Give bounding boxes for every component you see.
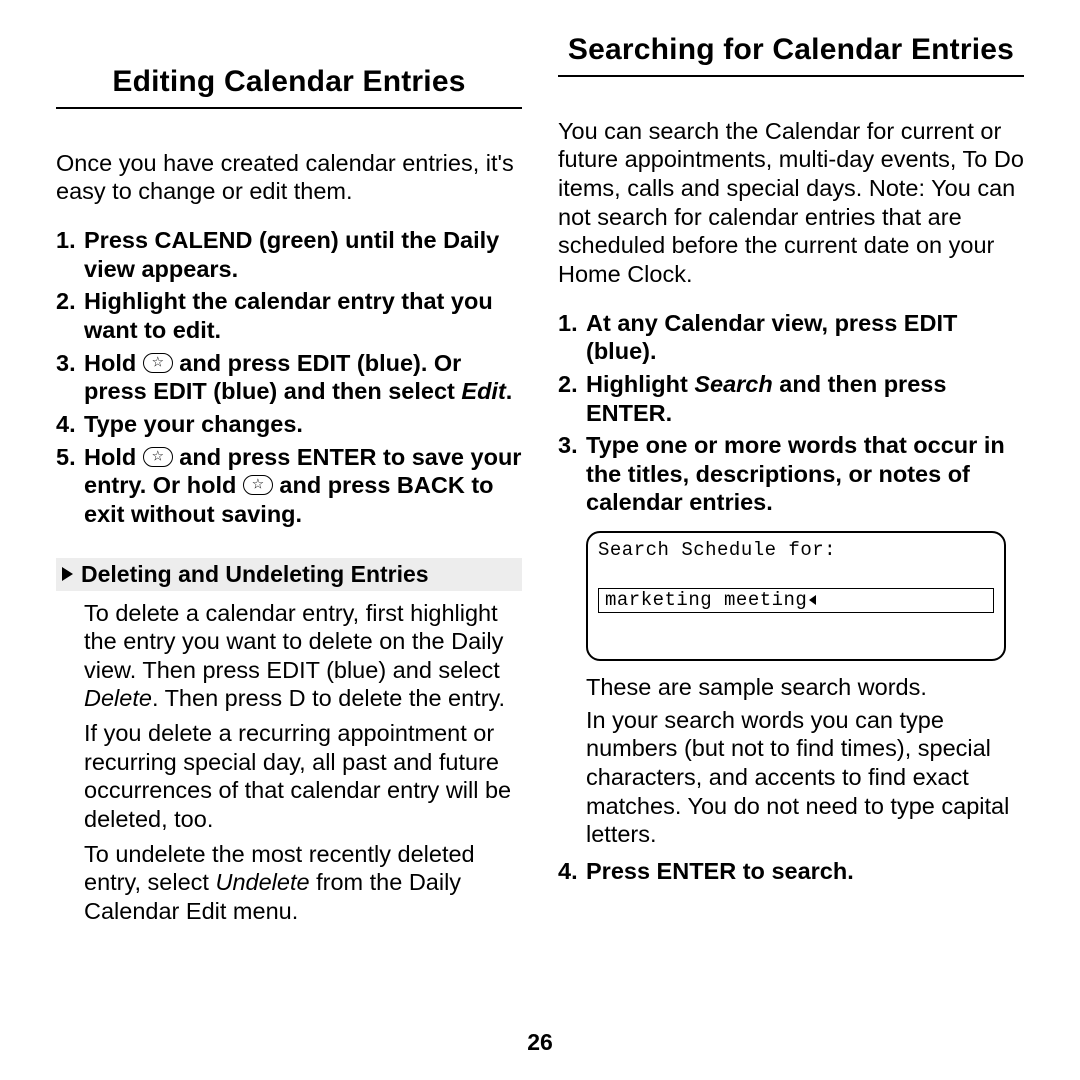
searching-steps-cont: Press ENTER to search. [558, 857, 1024, 890]
editing-step-1: Press CALEND (green) until the Daily vie… [56, 226, 522, 283]
searching-step-1: At any Calendar view, press EDIT (blue). [558, 309, 1024, 366]
screen-gap [598, 562, 994, 588]
step-text: Highlight the calendar entry that you wa… [84, 288, 493, 343]
step-text: Type one or more words that occur in the… [586, 432, 1005, 515]
step5-text-a: Hold [84, 444, 143, 470]
star-key-icon [143, 353, 173, 373]
del-p1a: To delete a calendar entry, first highli… [84, 600, 503, 683]
star-key-icon [143, 447, 173, 467]
star-key-icon [243, 475, 273, 495]
step-text: Type your changes. [84, 411, 303, 437]
editing-step-5: Hold and press ENTER to save your entry.… [56, 443, 522, 529]
screen-search-input: marketing meeting [598, 588, 994, 613]
left-column: Editing Calendar Entries Once you have c… [56, 32, 522, 1022]
step-text: At any Calendar view, press EDIT (blue). [586, 310, 957, 365]
right-column: Searching for Calendar Entries You can s… [558, 32, 1024, 1022]
section-title-searching: Searching for Calendar Entries [558, 32, 1024, 77]
searching-step-2: Highlight Search and then press ENTER. [558, 370, 1024, 427]
deleting-p2: If you delete a recurring appointment or… [84, 719, 522, 834]
screen-input-text: marketing meeting [605, 589, 807, 611]
triangle-bullet-icon [62, 567, 73, 581]
searching-intro: You can search the Calendar for current … [558, 117, 1024, 289]
deleting-p3: To undelete the most recently deleted en… [84, 840, 522, 926]
step-text: Highlight Search and then press ENTER. [586, 371, 946, 426]
editing-intro: Once you have created calendar entries, … [56, 149, 522, 206]
editing-step-3: Hold and press EDIT (blue). Or press EDI… [56, 349, 522, 406]
step3-text-a: Hold [84, 350, 143, 376]
editing-steps: Press CALEND (green) until the Daily vie… [56, 226, 522, 533]
s2a: Highlight [586, 371, 694, 397]
del-p3-italic: Undelete [215, 869, 309, 895]
cursor-icon [809, 595, 816, 605]
editing-step-2: Highlight the calendar entry that you wa… [56, 287, 522, 344]
s2-italic-search: Search [694, 371, 772, 397]
del-p1-italic: Delete [84, 685, 152, 711]
searching-step-4: Press ENTER to search. [558, 857, 1024, 886]
page-number: 26 [56, 1028, 1024, 1056]
step-text: Hold and press ENTER to save your entry.… [84, 444, 521, 527]
search-caption: These are sample search words. In your s… [558, 673, 1024, 853]
step-text: Hold and press EDIT (blue). Or press EDI… [84, 350, 512, 405]
device-screen: Search Schedule for: marketing meeting [586, 531, 1006, 661]
caption-line-1: These are sample search words. [586, 673, 1024, 702]
deleting-subhead: Deleting and Undeleting Entries [56, 558, 522, 590]
editing-step-4: Type your changes. [56, 410, 522, 439]
step-text: Press ENTER to search. [586, 858, 854, 884]
screen-label: Search Schedule for: [598, 539, 994, 562]
step-text: Press CALEND (green) until the Daily vie… [84, 227, 499, 282]
del-p1c: . Then press D to delete the entry. [152, 685, 505, 711]
deleting-body: To delete a calendar entry, first highli… [56, 591, 522, 926]
section-title-editing: Editing Calendar Entries [56, 64, 522, 109]
page-columns: Editing Calendar Entries Once you have c… [56, 32, 1024, 1022]
searching-steps: At any Calendar view, press EDIT (blue).… [558, 309, 1024, 522]
step3-italic-edit: Edit [461, 378, 505, 404]
deleting-subhead-text: Deleting and Undeleting Entries [81, 560, 429, 588]
deleting-p1: To delete a calendar entry, first highli… [84, 599, 522, 714]
step3-text-d: . [506, 378, 513, 404]
caption-line-2: In your search words you can type number… [586, 706, 1024, 849]
searching-step-3: Type one or more words that occur in the… [558, 431, 1024, 517]
